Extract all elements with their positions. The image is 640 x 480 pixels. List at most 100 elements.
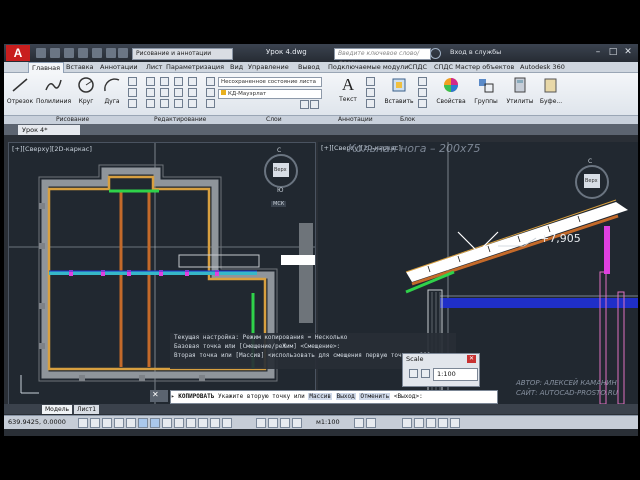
option-undo[interactable]: Отменить bbox=[359, 393, 391, 400]
scale-toggle-icon[interactable] bbox=[421, 369, 430, 378]
option-array[interactable]: Массив bbox=[308, 393, 333, 400]
clean-screen-icon[interactable] bbox=[450, 418, 460, 428]
tab-manage[interactable]: Управление bbox=[248, 62, 289, 72]
otrack-icon[interactable] bbox=[150, 418, 160, 428]
make-current-icon[interactable] bbox=[310, 100, 319, 109]
table-icon[interactable] bbox=[366, 99, 375, 108]
groups-button[interactable]: Группы bbox=[472, 76, 500, 105]
group-modify[interactable]: Редактирование bbox=[154, 116, 206, 124]
circle-button[interactable]: Круг bbox=[74, 76, 98, 105]
match-layer-icon[interactable] bbox=[300, 100, 309, 109]
mirror-icon[interactable] bbox=[160, 88, 169, 97]
insert-block-button[interactable]: Вставить bbox=[384, 76, 414, 105]
selection-cycling-icon[interactable] bbox=[222, 418, 232, 428]
quick-view-drawings-icon[interactable] bbox=[280, 418, 290, 428]
group-block[interactable]: Блок bbox=[400, 116, 415, 124]
clipboard-button[interactable]: Буфе... bbox=[538, 76, 564, 105]
explode-icon[interactable] bbox=[188, 88, 197, 97]
save-icon[interactable] bbox=[64, 48, 74, 58]
tab-output[interactable]: Вывод bbox=[298, 62, 320, 72]
transparency-icon[interactable] bbox=[198, 418, 208, 428]
ucs-button[interactable]: МСК bbox=[271, 201, 287, 207]
fillet-icon[interactable] bbox=[174, 88, 183, 97]
osnap-icon[interactable] bbox=[138, 418, 148, 428]
auto-scale-icon[interactable] bbox=[366, 418, 376, 428]
tab-view[interactable]: Вид bbox=[230, 62, 243, 72]
scale-select[interactable]: 1:100 bbox=[433, 368, 478, 381]
search-icon[interactable] bbox=[430, 48, 441, 59]
tab-spds-wizard[interactable]: СПДС Мастер объектов bbox=[434, 62, 514, 72]
group-draw[interactable]: Рисование bbox=[56, 116, 89, 124]
tab-sheet1[interactable]: Лист1 bbox=[74, 405, 100, 414]
erase-icon[interactable] bbox=[188, 77, 197, 86]
tab-insert[interactable]: Вставка bbox=[66, 62, 94, 72]
workspace-switch-icon[interactable] bbox=[402, 418, 412, 428]
annotation-visibility-icon[interactable] bbox=[354, 418, 364, 428]
layer-combo[interactable]: КД-Мауэрлат bbox=[218, 89, 322, 99]
line-button[interactable]: Отрезок bbox=[6, 76, 34, 105]
block-attributes-icon[interactable] bbox=[418, 99, 427, 108]
option-exit[interactable]: Выход bbox=[335, 393, 356, 400]
utilities-button[interactable]: Утилиты bbox=[506, 76, 534, 105]
close-icon[interactable]: ✕ bbox=[467, 355, 476, 363]
workspace-selector[interactable]: Рисование и аннотации bbox=[132, 48, 233, 60]
signin-link[interactable]: Вход в службы bbox=[450, 48, 501, 56]
scale-icon[interactable] bbox=[160, 99, 169, 108]
group-annotation[interactable]: Аннотации bbox=[338, 116, 373, 124]
layer-properties-icon[interactable] bbox=[206, 77, 215, 86]
lock-icon[interactable] bbox=[414, 418, 424, 428]
ducs-icon[interactable] bbox=[162, 418, 172, 428]
viewcube-top-right[interactable]: Верх bbox=[585, 178, 598, 184]
properties-button[interactable]: Свойства bbox=[436, 76, 466, 105]
annotation-scale[interactable]: м1:100 bbox=[316, 418, 340, 426]
close-icon[interactable]: ✕ bbox=[622, 46, 634, 58]
create-block-icon[interactable] bbox=[418, 77, 427, 86]
command-line-grip[interactable]: ✕ bbox=[150, 390, 168, 402]
scale-list-icon[interactable] bbox=[409, 369, 418, 378]
open-icon[interactable] bbox=[50, 48, 60, 58]
polar-icon[interactable] bbox=[126, 418, 136, 428]
maximize-icon[interactable]: □ bbox=[607, 46, 619, 58]
grid-icon[interactable] bbox=[102, 418, 112, 428]
offset-icon[interactable] bbox=[188, 99, 197, 108]
undo-icon[interactable] bbox=[106, 48, 116, 58]
arc-button[interactable]: Дуга bbox=[100, 76, 124, 105]
minimize-icon[interactable]: – bbox=[592, 46, 604, 58]
tab-home[interactable]: Главная bbox=[28, 62, 65, 73]
copy-icon[interactable] bbox=[146, 88, 155, 97]
coordinates-readout[interactable]: 639.9425, 0.0000 bbox=[8, 418, 66, 426]
pan-icon[interactable] bbox=[292, 418, 302, 428]
print-icon[interactable] bbox=[92, 48, 102, 58]
snap-icon[interactable] bbox=[90, 418, 100, 428]
hatch-icon[interactable] bbox=[128, 88, 137, 97]
rotate-icon[interactable] bbox=[160, 77, 169, 86]
polyline-button[interactable]: Полилиния bbox=[36, 76, 71, 105]
rectangle-icon[interactable] bbox=[128, 77, 137, 86]
quick-view-layouts-icon[interactable] bbox=[268, 418, 278, 428]
dimension-icon[interactable] bbox=[366, 77, 375, 86]
leader-icon[interactable] bbox=[366, 88, 375, 97]
hardware-acceleration-icon[interactable] bbox=[438, 418, 448, 428]
stretch-icon[interactable] bbox=[146, 99, 155, 108]
viewcube-top[interactable]: Верх bbox=[274, 167, 287, 173]
move-icon[interactable] bbox=[146, 77, 155, 86]
layer-state-combo[interactable]: Несохраненное состояние листа bbox=[218, 77, 322, 87]
redo-icon[interactable] bbox=[118, 48, 128, 58]
gradient-icon[interactable] bbox=[128, 99, 137, 108]
edit-block-icon[interactable] bbox=[418, 88, 427, 97]
trim-icon[interactable] bbox=[174, 77, 183, 86]
command-line-input[interactable]: ▸ КОПИРОВАТЬ Укажите вторую точку или Ма… bbox=[170, 390, 498, 404]
layer-isolate-icon[interactable] bbox=[206, 99, 215, 108]
tab-layout[interactable]: Лист bbox=[146, 62, 162, 72]
tab-model[interactable]: Модель bbox=[42, 405, 73, 414]
tab-autodesk360[interactable]: Autodesk 360 bbox=[520, 62, 565, 72]
infer-constraints-icon[interactable] bbox=[78, 418, 88, 428]
save-as-icon[interactable] bbox=[78, 48, 88, 58]
tab-spds[interactable]: СПДС bbox=[408, 62, 427, 72]
quick-properties-icon[interactable] bbox=[210, 418, 220, 428]
text-button[interactable]: A Текст bbox=[336, 76, 360, 104]
dyn-icon[interactable] bbox=[174, 418, 184, 428]
tab-annotate[interactable]: Аннотации bbox=[100, 62, 138, 72]
array-icon[interactable] bbox=[174, 99, 183, 108]
app-menu-button[interactable]: A bbox=[6, 45, 30, 61]
